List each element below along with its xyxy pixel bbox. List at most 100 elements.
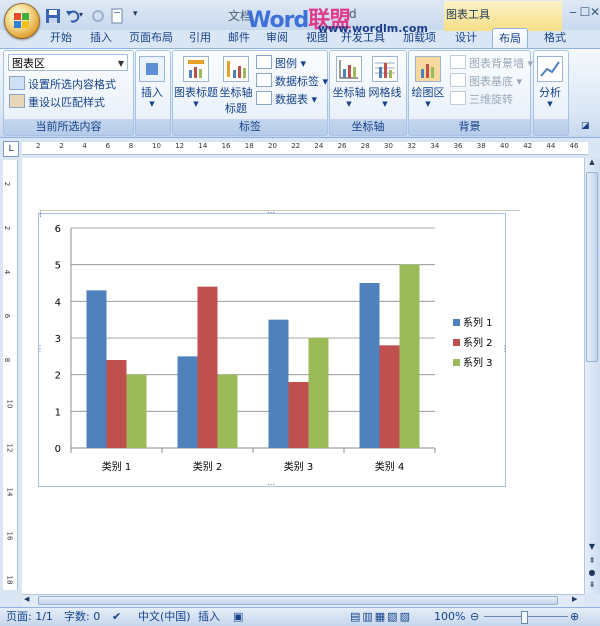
status-page[interactable]: 页面: 1/1	[6, 609, 53, 625]
insert-button[interactable]: 插入 ▼	[137, 56, 167, 108]
ruler-tick: 8	[128, 142, 134, 150]
status-word-count[interactable]: 字数: 0	[64, 609, 100, 625]
chart-wall-icon	[450, 55, 466, 69]
axis-title-button[interactable]: 坐标轴 标题	[218, 56, 254, 116]
vertical-scroll-thumb[interactable]	[586, 172, 598, 362]
ruler-tick: 26	[337, 142, 347, 150]
tab-stop-selector[interactable]: L	[3, 141, 19, 157]
chart-wall-button[interactable]: 图表背景墙 ▾	[450, 55, 533, 71]
bar	[308, 338, 329, 448]
bar	[126, 374, 147, 448]
customize-qat-icon[interactable]: ▾	[132, 8, 150, 26]
office-button[interactable]	[4, 3, 40, 39]
zoom-in-icon[interactable]: ⊕	[570, 609, 579, 625]
scroll-left-icon[interactable]: ◀	[24, 595, 29, 603]
group-label-background: 背景	[409, 119, 530, 135]
next-page-icon[interactable]: ⇟	[586, 580, 598, 589]
tab-home[interactable]: 开始	[50, 28, 72, 48]
new-document-icon[interactable]	[108, 7, 126, 25]
scroll-down-icon[interactable]: ▼	[586, 542, 598, 551]
x-tick-label: 类别 4	[375, 460, 405, 473]
analysis-button[interactable]: 分析 ▼	[535, 56, 565, 108]
data-table-button[interactable]: 数据表 ▾	[256, 91, 317, 107]
tab-layout[interactable]: 布局	[492, 28, 528, 49]
ruler-tick: 12	[175, 142, 185, 150]
tab-view[interactable]: 视图	[306, 28, 328, 48]
plot-area-button[interactable]: 绘图区 ▼	[410, 56, 446, 108]
vertical-ruler[interactable]: 2 2 4 6 8 10 12 14 16 18	[3, 160, 18, 590]
ruler-tick: 10	[152, 142, 161, 150]
legend-label: 系列 1	[463, 316, 493, 329]
reset-style-button[interactable]: 重设以匹配样式	[9, 94, 105, 110]
format-selection-label: 设置所选内容格式	[28, 78, 116, 91]
office-logo-icon	[14, 13, 30, 29]
tab-page-layout[interactable]: 页面布局	[129, 28, 173, 48]
tab-review[interactable]: 审阅	[266, 28, 288, 48]
tab-mailings[interactable]: 邮件	[228, 28, 250, 48]
resize-handle-right[interactable]: ⋮	[501, 344, 509, 353]
status-insert-mode[interactable]: 插入	[198, 609, 220, 625]
select-browse-object-icon[interactable]: ●	[586, 568, 598, 577]
resize-handle-left[interactable]: ⋮	[36, 344, 44, 353]
tab-developer[interactable]: 开发工具	[341, 28, 385, 48]
resize-handle-top[interactable]: ⋯	[267, 208, 275, 217]
axes-button[interactable]: 坐标轴 ▼	[331, 56, 367, 108]
format-selection-button[interactable]: 设置所选内容格式	[9, 76, 116, 92]
axis-title-label-1: 坐标轴	[219, 86, 253, 99]
prev-page-icon[interactable]: ⇞	[586, 556, 598, 565]
bar	[177, 356, 198, 448]
save-icon[interactable]	[44, 7, 62, 25]
vertical-scrollbar[interactable]: ▲ ▼ ⇞ ● ⇟	[584, 158, 600, 594]
chevron-down-icon: ▼	[117, 59, 124, 68]
tab-design[interactable]: 设计	[455, 28, 477, 48]
horizontal-ruler[interactable]: 2 2 4 6 8 10 12 14 16 18 20 22 24 26 28 30 32 34 36 38 40 42 4…	[22, 142, 588, 155]
rotation-3d-label: 三维旋转	[469, 93, 513, 106]
redo-icon[interactable]	[89, 7, 107, 25]
ruler-tick: 14	[5, 487, 14, 497]
y-tick-label: 5	[55, 261, 61, 272]
scroll-right-icon[interactable]: ▶	[572, 595, 577, 603]
scroll-up-icon[interactable]: ▲	[586, 158, 598, 170]
chart-element-combo[interactable]: 图表区 ▼	[8, 54, 128, 71]
gridlines-button[interactable]: 网格线 ▼	[367, 56, 403, 108]
x-tick-label: 类别 2	[193, 460, 223, 473]
analysis-label: 分析	[539, 86, 561, 99]
ruler-tick: 14	[198, 142, 208, 150]
chart-frame[interactable]: 0 1 2 3 4 5 6 类别 1 类别 2 类别 3 类别 4 系列 1 系列 2 系列 3 ⁞ ⋯ …	[36, 208, 509, 489]
legend-swatch	[453, 359, 460, 366]
zoom-out-icon[interactable]: ⊖	[470, 609, 479, 625]
ruler-tick: 6	[3, 313, 12, 319]
chart-floor-button[interactable]: 图表基底 ▾	[450, 73, 522, 89]
tab-references[interactable]: 引用	[189, 28, 211, 48]
ruler-tick: 6	[105, 142, 111, 150]
view-buttons-icon[interactable]: ▤▥▦▧▨	[350, 609, 412, 625]
status-language[interactable]: 中文(中国)	[138, 609, 191, 625]
legend-swatch	[453, 339, 460, 346]
resize-handle-tl[interactable]: ⁞	[39, 210, 42, 219]
group-label-labels: 标签	[173, 119, 327, 135]
bar	[399, 264, 420, 448]
close-button[interactable]: ✕	[588, 5, 600, 19]
tab-add-ins[interactable]: 加载项	[403, 28, 436, 48]
help-icon[interactable]: ◪	[581, 121, 590, 131]
rotation-3d-button[interactable]: 三维旋转	[450, 91, 513, 107]
axis-title-label-2: 标题	[225, 102, 247, 115]
legend-button[interactable]: 图例 ▾	[256, 55, 306, 71]
proofing-icon[interactable]: ✔	[112, 609, 121, 625]
tab-insert[interactable]: 插入	[90, 28, 112, 48]
ruler-tick: 8	[3, 357, 12, 363]
macro-record-icon[interactable]: ▣	[233, 609, 243, 625]
resize-handle-bottom[interactable]: ⋯	[267, 480, 275, 489]
tab-format[interactable]: 格式	[544, 28, 566, 48]
chart-element-combo-value: 图表区	[12, 57, 45, 70]
zoom-slider-thumb[interactable]	[521, 611, 528, 624]
chart-title-button[interactable]: 图表标题 ▼	[174, 56, 218, 108]
horizontal-scroll-thumb[interactable]	[38, 596, 558, 605]
x-tick-label: 类别 3	[284, 460, 314, 473]
status-zoom[interactable]: 100%	[434, 609, 465, 625]
ruler-tick: 4	[3, 269, 12, 275]
horizontal-scrollbar[interactable]: ◀ ▶	[22, 594, 584, 607]
data-labels-button[interactable]: 数据标签 ▾	[256, 73, 328, 89]
bar	[379, 345, 400, 448]
axes-label: 坐标轴	[332, 86, 366, 99]
